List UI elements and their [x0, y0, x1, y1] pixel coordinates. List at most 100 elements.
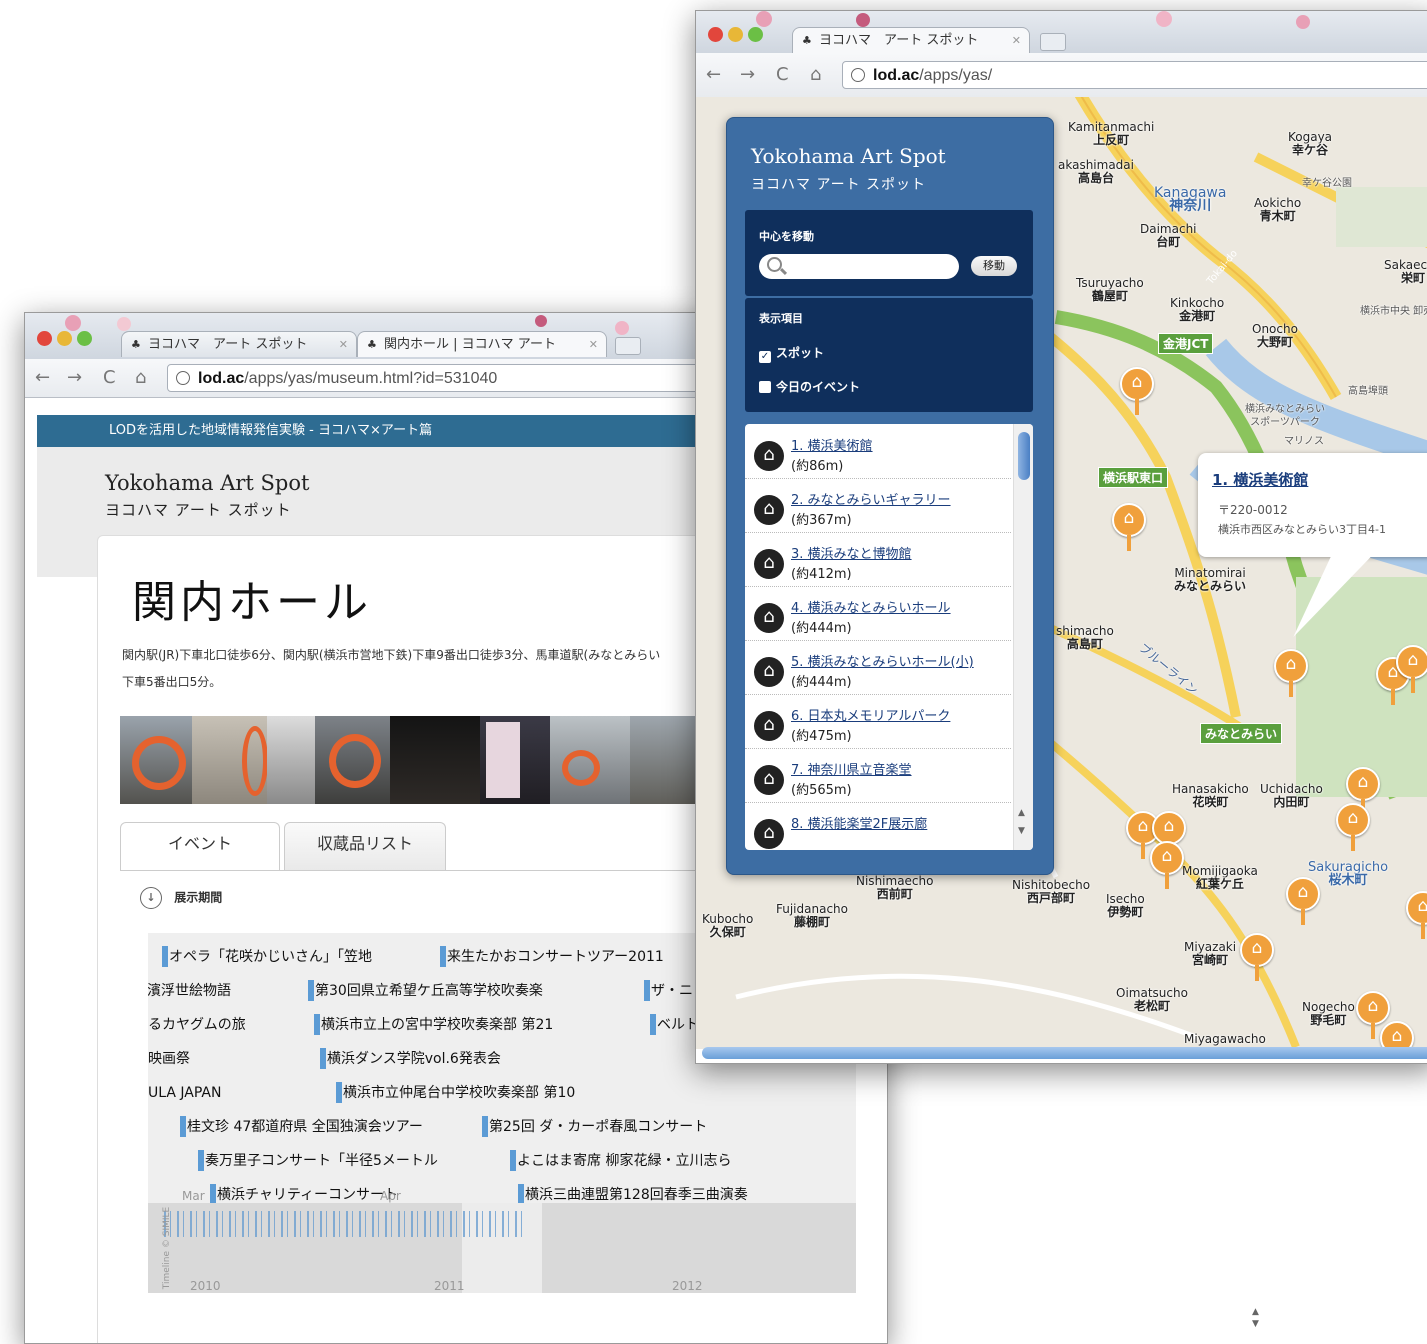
spot-link[interactable]: 6. 日本丸メモリアルパーク — [791, 709, 950, 724]
list-item[interactable]: 1. 横浜美術館 (約86m) — [745, 424, 1011, 479]
timeline-event[interactable]: 横浜三曲連盟第128回春季三曲演奏 — [518, 1184, 748, 1205]
chevron-down-icon[interactable]: ↓ — [140, 887, 162, 909]
close-tab-icon[interactable]: ✕ — [339, 332, 348, 357]
scroll-up-icon[interactable]: ▲ — [1018, 808, 1025, 818]
home-icon[interactable]: ⌂ — [810, 65, 821, 85]
photo[interactable] — [267, 716, 315, 804]
museum-pin[interactable] — [1356, 991, 1390, 1039]
callout-title[interactable]: 1. 横浜美術館 — [1212, 469, 1308, 490]
minimize-window-icon[interactable] — [728, 27, 743, 42]
museum-pin[interactable] — [1286, 877, 1320, 925]
museum-pin[interactable] — [1152, 811, 1186, 859]
museum-pin[interactable] — [1120, 367, 1154, 415]
move-button[interactable]: 移動 — [971, 256, 1017, 276]
photo[interactable] — [480, 716, 550, 804]
timeline-overview[interactable]: 2010 2011 2012 Timeline © SIMILE — [148, 1203, 856, 1293]
museum-pin[interactable] — [1336, 803, 1370, 851]
museum-pin[interactable] — [1380, 1021, 1414, 1049]
close-tab-icon[interactable]: ✕ — [1012, 28, 1021, 53]
spot-link[interactable]: 7. 神奈川県立音楽堂 — [791, 763, 912, 778]
museum-pin[interactable] — [1240, 933, 1274, 981]
tab-kannai-hall[interactable]: ♣ 関内ホール | ヨコハマ アート ✕ — [357, 331, 607, 357]
timeline-event[interactable]: 横浜市立仲尾台中学校吹奏楽部 第10 — [336, 1082, 575, 1103]
timeline-event[interactable]: 横浜チャリティーコンサート — [210, 1184, 398, 1205]
timeline-event[interactable]: 横浜ダンス学院vol.6発表会 — [320, 1048, 501, 1069]
checkbox-spot[interactable]: ✓ スポット — [759, 344, 824, 363]
timeline-event[interactable]: オペラ「花咲かじいさん」「笠地 — [162, 946, 372, 967]
background-window-scroll-arrows[interactable]: ▲ ▼ — [1252, 1306, 1259, 1330]
map-label: Aokicho 青木町 — [1254, 196, 1302, 223]
list-scrollbar[interactable]: ▲ ▼ — [1013, 424, 1033, 850]
timeline-event[interactable]: 横浜市立上の宮中学校吹奏楽部 第21 — [314, 1014, 553, 1035]
home-icon[interactable]: ⌂ — [135, 368, 146, 388]
photo[interactable] — [192, 716, 268, 804]
timeline-event[interactable]: 第25回 ダ・カーポ春風コンサート — [482, 1116, 707, 1137]
timeline-event[interactable]: よこはま寄席 柳家花緑・立川志ら — [510, 1150, 731, 1171]
logo-english[interactable]: Yokohama Art Spot — [105, 471, 309, 495]
timeline-event[interactable]: 映画祭 — [148, 1049, 190, 1069]
forward-icon[interactable]: → — [740, 65, 755, 85]
timeline-event[interactable]: 来生たかおコンサートツアー2011 — [440, 946, 664, 967]
back-icon[interactable]: ← — [706, 65, 721, 85]
list-item[interactable]: 5. 横浜みなとみらいホール(小) (約444m) — [745, 640, 1011, 695]
spot-link[interactable]: 8. 横浜能楽堂2F展示廊 — [791, 817, 927, 832]
close-window-icon[interactable] — [708, 27, 723, 42]
tab-yokohama-art-spot[interactable]: ♣ ヨコハマ アート スポット ✕ — [121, 331, 357, 357]
horizontal-scrollbar[interactable] — [702, 1047, 1427, 1059]
search-input[interactable] — [759, 254, 959, 279]
url-bar[interactable]: lod.ac/apps/yas/ — [842, 61, 1427, 89]
museum-pin[interactable] — [1112, 503, 1146, 551]
timeline-event[interactable]: 第30回県立希望ケ丘高等学校吹奏楽 — [308, 980, 543, 1001]
minimize-window-icon[interactable] — [57, 331, 72, 346]
checkbox-today-event[interactable]: 今日のイベント — [759, 378, 860, 395]
timeline-event[interactable]: ベルト — [650, 1014, 699, 1035]
new-tab-button[interactable] — [1040, 33, 1066, 51]
zoom-window-icon[interactable] — [748, 27, 763, 42]
list-item[interactable]: 8. 横浜能楽堂2F展示廊 — [745, 802, 1011, 850]
close-tab-icon[interactable]: ✕ — [589, 332, 598, 357]
scrollbar-thumb[interactable] — [1018, 432, 1030, 480]
tab-yokohama-art-spot[interactable]: ♣ ヨコハマ アート スポット ✕ — [792, 27, 1030, 53]
museum-pin[interactable] — [1396, 645, 1427, 693]
timeline-event[interactable]: るカヤグムの旅 — [148, 1015, 246, 1035]
photo[interactable] — [630, 716, 698, 804]
checkbox-empty-icon[interactable] — [759, 381, 771, 393]
list-item[interactable]: 4. 横浜みなとみらいホール (約444m) — [745, 586, 1011, 641]
spot-callout[interactable]: 1. 横浜美術館 〒220-0012 横浜市西区みなとみらい3丁目4-1 — [1198, 453, 1427, 557]
close-window-icon[interactable] — [37, 331, 52, 346]
logo-japanese[interactable]: ヨコハマ アート スポット — [105, 499, 292, 520]
forward-icon[interactable]: → — [67, 368, 82, 388]
map-label: Hanasakicho 花咲町 — [1172, 782, 1249, 809]
tab-events[interactable]: イベント — [120, 822, 280, 870]
tab-collection-list[interactable]: 収蔵品リスト — [284, 822, 446, 870]
spot-link[interactable]: 2. みなとみらいギャラリー — [791, 493, 951, 508]
scroll-down-icon[interactable]: ▼ — [1018, 826, 1025, 836]
timeline-event[interactable]: 濱浮世絵物語 — [148, 981, 231, 1001]
museum-pin[interactable] — [1346, 767, 1380, 815]
reload-icon[interactable]: C — [103, 368, 116, 388]
spot-link[interactable]: 3. 横浜みなと博物館 — [791, 547, 912, 562]
photo[interactable] — [315, 716, 390, 804]
spot-link[interactable]: 5. 横浜みなとみらいホール(小) — [791, 655, 974, 670]
timeline-event[interactable]: ULA JAPAN — [148, 1083, 221, 1103]
photo[interactable] — [120, 716, 192, 804]
photo[interactable] — [390, 716, 480, 804]
timeline-event[interactable]: 奏万里子コンサート「半径5メートル — [198, 1150, 438, 1171]
new-tab-button[interactable] — [615, 337, 641, 355]
timeline-event[interactable]: ザ・ニ — [644, 980, 693, 1001]
museum-pin[interactable] — [1274, 649, 1308, 697]
photo[interactable] — [550, 716, 630, 804]
timeline-event[interactable]: 桂文珍 47都道府県 全国独演会ツアー — [180, 1116, 423, 1137]
museum-pin[interactable] — [1150, 841, 1184, 889]
list-item[interactable]: 2. みなとみらいギャラリー (約367m) — [745, 478, 1011, 533]
list-item[interactable]: 7. 神奈川県立音楽堂 (約565m) — [745, 748, 1011, 803]
spot-list[interactable]: 1. 横浜美術館 (約86m) 2. みなとみらいギャラリー (約367m) 3. … — [745, 424, 1033, 850]
spot-link[interactable]: 4. 横浜みなとみらいホール — [791, 601, 951, 616]
list-item[interactable]: 6. 日本丸メモリアルパーク (約475m) — [745, 694, 1011, 749]
back-icon[interactable]: ← — [35, 368, 50, 388]
checkbox-checked-icon[interactable]: ✓ — [759, 351, 771, 363]
zoom-window-icon[interactable] — [77, 331, 92, 346]
list-item[interactable]: 3. 横浜みなと博物館 (約412m) — [745, 532, 1011, 587]
reload-icon[interactable]: C — [776, 65, 789, 85]
spot-link[interactable]: 1. 横浜美術館 — [791, 439, 873, 454]
